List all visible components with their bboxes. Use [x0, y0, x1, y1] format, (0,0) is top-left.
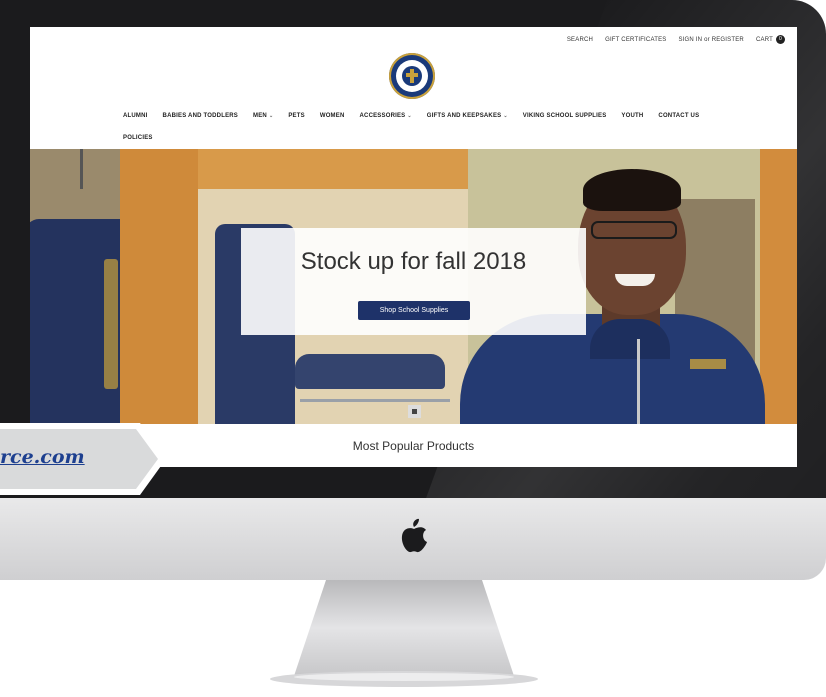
nav-label: WOMEN [319, 113, 345, 119]
carousel-dot-icon [412, 409, 417, 414]
monitor-stand [270, 580, 538, 687]
nav-item-gifts-and-keepsakes[interactable]: GIFTS AND KEEPSAKES ⌄ [427, 113, 508, 119]
nav-item-women[interactable]: WOMEN [320, 113, 345, 119]
sign-in-register-link[interactable]: SIGN IN or REGISTER [678, 37, 743, 43]
nav-label: BABIES AND TODDLERS [162, 113, 239, 119]
nav-item-contact-us[interactable]: CONTACT US [658, 113, 699, 119]
utility-nav: SEARCH GIFT CERTIFICATES SIGN IN or REGI… [567, 35, 785, 44]
chevron-down-icon: ⌄ [503, 113, 508, 119]
cart-label: CART [755, 37, 773, 44]
nav-label: VIKING SCHOOL SUPPLIES [522, 113, 607, 119]
gift-certificates-link[interactable]: GIFT CERTIFICATES [605, 37, 666, 43]
nav-label: ACCESSORIES [359, 113, 406, 119]
hero-photo-hair [583, 169, 681, 211]
crest-cross-horizontal [406, 73, 418, 77]
hero-photo-zipper [637, 339, 640, 424]
nav-item-policies[interactable]: POLICIES [123, 135, 153, 141]
hero-photo-shirt-print [104, 259, 118, 389]
hero-photo-pillar [120, 149, 198, 424]
website-url-link[interactable]: rce.com [0, 446, 85, 468]
nav-item-babies-and-toddlers[interactable]: BABIES AND TODDLERS [163, 113, 238, 119]
nav-item-pets[interactable]: PETS [288, 113, 304, 119]
nav-label: ALUMNI [123, 113, 148, 119]
hero-overlay-card: Stock up for fall 2018 Shop School Suppl… [241, 228, 586, 335]
nav-item-men[interactable]: MEN ⌄ [253, 113, 273, 119]
nav-label: MEN [253, 113, 267, 119]
cart-link[interactable]: CART 0 [756, 35, 785, 44]
hero-photo-glasses [591, 221, 677, 239]
nav-label: YOUTH [621, 113, 644, 119]
hero-photo-hats [295, 354, 445, 389]
nav-label: PETS [288, 113, 305, 119]
school-crest-icon[interactable] [389, 53, 435, 99]
apple-logo-icon [401, 518, 427, 553]
nav-item-viking-school-supplies[interactable]: VIKING SCHOOL SUPPLIES [523, 113, 607, 119]
nav-item-accessories[interactable]: ACCESSORIES ⌄ [360, 113, 412, 119]
hero-title: Stock up for fall 2018 [300, 248, 527, 275]
nav-item-alumni[interactable]: ALUMNI [123, 113, 148, 119]
nav-label: POLICIES [123, 135, 153, 141]
hero-photo-smile [615, 274, 655, 286]
hero-photo-collar [590, 319, 670, 359]
hero-photo-patch [690, 359, 726, 369]
hero-photo-door [760, 149, 797, 424]
search-link[interactable]: SEARCH [567, 37, 593, 43]
nav-label: GIFTS AND KEEPSAKES [426, 113, 502, 119]
hero-photo-hanger [80, 149, 83, 189]
shop-school-supplies-button[interactable]: Shop School Supplies [358, 301, 470, 320]
chevron-down-icon: ⌄ [268, 113, 274, 119]
carousel-pause-button[interactable] [408, 405, 421, 418]
website-screen: SEARCH GIFT CERTIFICATES SIGN IN or REGI… [30, 27, 797, 467]
hero-banner: Stock up for fall 2018 Shop School Suppl… [30, 149, 797, 424]
main-nav: ALUMNI BABIES AND TODDLERS MEN ⌄ PETS WOM… [123, 113, 703, 141]
cart-count-badge: 0 [776, 35, 785, 44]
hero-photo-shelf [198, 149, 508, 189]
nav-label: CONTACT US [658, 113, 700, 119]
nav-item-youth[interactable]: YOUTH [621, 113, 643, 119]
hero-photo-rack [300, 399, 450, 402]
chevron-down-icon: ⌄ [407, 113, 412, 119]
